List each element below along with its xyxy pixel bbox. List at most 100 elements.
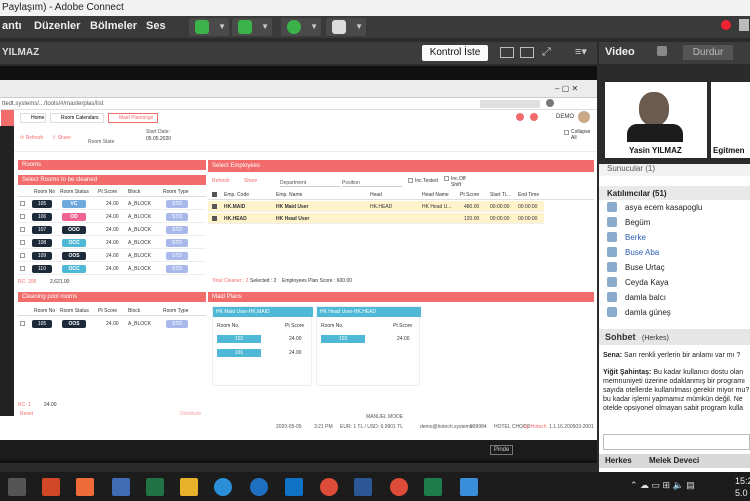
request-control-button[interactable]: Kontrol İste	[422, 45, 488, 61]
menu-item-pods[interactable]: Bölmeler	[90, 20, 137, 32]
window-controls[interactable]: – ▢ ✕	[555, 84, 578, 93]
table-row[interactable]: 105 OOS 24.00 A_BLOCK STD	[18, 318, 206, 330]
row-checkbox[interactable]	[20, 214, 25, 219]
row-checkbox[interactable]	[20, 240, 25, 245]
profile-icon[interactable]	[546, 99, 554, 107]
excel-icon[interactable]	[146, 478, 164, 496]
help-icon[interactable]	[530, 113, 538, 121]
tab-room-calendars[interactable]: Room Calendars	[50, 113, 104, 123]
position-select[interactable]: Position	[342, 180, 402, 187]
store-icon[interactable]	[76, 478, 94, 496]
table-row[interactable]: 109 OOS 24.00 A_BLOCK STD	[18, 250, 206, 262]
participant-item[interactable]: Buse Urtaç	[607, 260, 747, 275]
inc-off-shift-checkbox[interactable]	[444, 176, 449, 181]
layout-alt-icon[interactable]	[520, 47, 534, 58]
table-row[interactable]: HK.MAID HK Maid User HK.HEAD HK Head U... 48…	[208, 201, 544, 212]
presenter-head	[639, 92, 669, 126]
participant-icon	[607, 247, 617, 257]
select-all-checkbox[interactable]	[212, 192, 217, 197]
maid-room-chip[interactable]: 101	[217, 349, 261, 357]
tray-icons[interactable]: ⌃ ☁ ▭ ⊞ 🔈 ▤	[630, 480, 720, 492]
pt-score: 24.00	[106, 266, 119, 272]
participant-item[interactable]: Berke	[607, 230, 747, 245]
menu-item-layouts[interactable]: Düzenler	[34, 20, 80, 32]
chrome-icon[interactable]	[390, 478, 408, 496]
raise-hand-button[interactable]: ▼	[326, 18, 366, 36]
powerpoint-icon[interactable]	[42, 478, 60, 496]
head-room-chip[interactable]: 103	[321, 335, 365, 343]
participant-item[interactable]: Begüm	[607, 215, 747, 230]
pod-menu-icon[interactable]: ≡▾	[575, 45, 587, 58]
participant-item[interactable]: Buse Aba	[607, 245, 747, 260]
user-avatar[interactable]	[578, 111, 590, 123]
table-row[interactable]: 107 OOO 24.00 A_BLOCK STD	[18, 224, 206, 236]
photos-icon[interactable]	[460, 478, 478, 496]
participant-item[interactable]: damla güneş	[607, 305, 747, 320]
app2-icon[interactable]	[424, 478, 442, 496]
table-row[interactable]: 106 OD 24.00 A_BLOCK STD	[18, 211, 206, 223]
microphone-button[interactable]: ▼	[232, 18, 272, 36]
menu-item-0[interactable]: antı	[2, 20, 22, 32]
fullscreen-icon[interactable]: ⤢	[542, 46, 551, 59]
speaker-button[interactable]: ▼	[189, 18, 229, 36]
department-select[interactable]: Department	[280, 180, 340, 187]
emp-share-button[interactable]: Share	[244, 178, 257, 184]
row-checkbox[interactable]	[20, 227, 25, 232]
maid-col-room: Room No.	[217, 323, 240, 329]
reset-button[interactable]: Reset	[20, 411, 33, 417]
maid-room-chip[interactable]: 102	[217, 335, 261, 343]
app-icon[interactable]	[112, 478, 130, 496]
block: A_BLOCK	[128, 321, 152, 327]
folder-icon[interactable]	[180, 478, 198, 496]
hosts-section[interactable]: Sunucular (1)	[599, 164, 750, 176]
word-icon[interactable]	[354, 478, 372, 496]
row-checkbox[interactable]	[20, 253, 25, 258]
room-status-tag: OD	[62, 213, 86, 221]
chat-text-line: bu kadar işlemi yapmamız mümkün değil. N…	[603, 396, 743, 403]
room-number: 110	[32, 265, 52, 273]
outlook-icon[interactable]	[285, 478, 303, 496]
settings-icon[interactable]	[739, 19, 749, 31]
tab-maid-plannings[interactable]: Maid Plannings	[108, 113, 158, 123]
tab-everyone[interactable]: Herkes	[605, 456, 632, 465]
chat-input[interactable]	[603, 434, 750, 450]
collapse-all-checkbox[interactable]	[564, 130, 569, 135]
table-row[interactable]: 105 VC 24.00 A_BLOCK STD	[18, 198, 206, 210]
chat-text-line: otelde opsiyonel olmayan sabit program k…	[603, 405, 744, 412]
row-checkbox[interactable]	[212, 216, 217, 221]
participant-item[interactable]: asya ecem kasapoglu	[607, 200, 747, 215]
edge-icon[interactable]	[214, 478, 232, 496]
room-number: 105	[32, 200, 52, 208]
user-label[interactable]: DEMO	[556, 114, 574, 120]
emp-refresh-button[interactable]: Refresh	[212, 178, 230, 184]
tab-home[interactable]: Home	[20, 113, 46, 123]
menu-item-audio[interactable]: Ses	[146, 20, 166, 32]
table-row[interactable]: HK.HEAD HK Head User 120.00 00:00:00 00:00:0…	[208, 213, 544, 224]
stop-button[interactable]: Durdur	[683, 45, 733, 60]
webcam-button[interactable]: ▼	[281, 18, 321, 36]
chevron-down-icon: ▼	[355, 22, 363, 31]
row-checkbox[interactable]	[212, 204, 217, 209]
row-checkbox[interactable]	[20, 266, 25, 271]
start-date-input[interactable]: 05.05.2020	[146, 136, 171, 142]
table-row[interactable]: 108 OCC 24.00 A_BLOCK STD	[18, 237, 206, 249]
camera-icon[interactable]	[657, 46, 667, 56]
participant-item[interactable]: damla balcı	[607, 290, 747, 305]
share-button[interactable]: ⇪ Share	[52, 135, 71, 141]
inc-tested-checkbox[interactable]	[408, 178, 413, 183]
ie-icon[interactable]	[250, 478, 268, 496]
refresh-button[interactable]: ⟳ Refresh	[20, 135, 43, 141]
table-row[interactable]: 110 OCC 24.00 A_BLOCK STD	[18, 263, 206, 275]
col-room-no: Room No	[34, 189, 56, 195]
row-checkbox[interactable]	[20, 201, 25, 206]
room-state-select[interactable]: Room State	[88, 139, 114, 145]
tab-private-chat[interactable]: Melek Deveci	[649, 456, 699, 465]
participants-section[interactable]: Katılımcılar (51)	[599, 186, 750, 200]
start-icon[interactable]	[8, 478, 26, 496]
row-checkbox[interactable]	[20, 321, 25, 326]
notification-icon[interactable]	[516, 113, 524, 121]
chrome-icon[interactable]	[320, 478, 338, 496]
distribute-button[interactable]: Distribute	[180, 411, 201, 417]
participant-item[interactable]: Ceyda Kaya	[607, 275, 747, 290]
layout-icon[interactable]	[500, 47, 514, 58]
